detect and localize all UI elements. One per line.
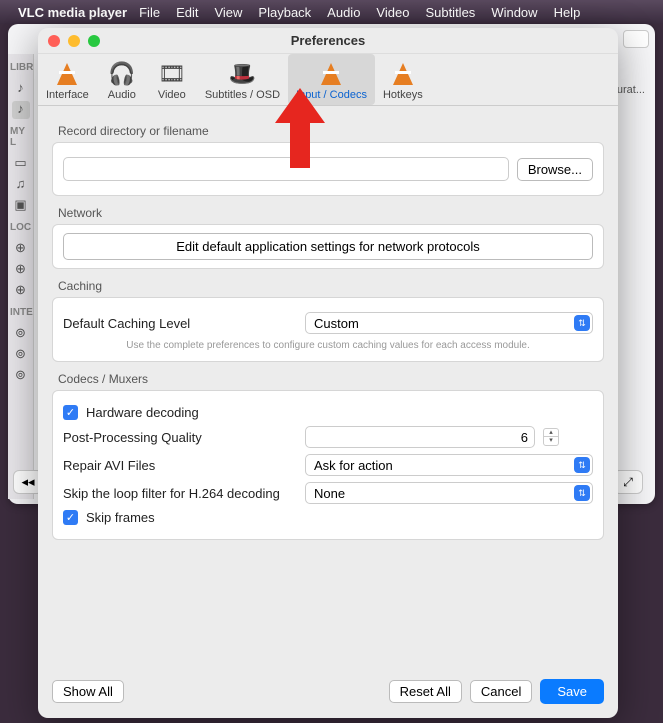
postproc-label: Post-Processing Quality	[63, 430, 297, 445]
skip-frames-checkbox[interactable]: ✓	[63, 510, 78, 525]
tab-video[interactable]: 🎞 Video	[147, 54, 197, 105]
network-icon[interactable]: ⊕	[12, 261, 30, 279]
tab-input-codecs[interactable]: Input / Codecs	[288, 54, 375, 105]
menu-file[interactable]: File	[139, 5, 160, 20]
music-icon[interactable]: ♪	[12, 80, 30, 98]
close-icon[interactable]	[48, 35, 60, 47]
music-icon[interactable]: ♫	[12, 176, 30, 194]
postproc-stepper[interactable]: ▴▾	[543, 428, 559, 446]
menu-audio[interactable]: Audio	[327, 5, 360, 20]
tab-label: Subtitles / OSD	[205, 89, 280, 101]
hardware-decoding-label: Hardware decoding	[86, 405, 199, 420]
menu-window[interactable]: Window	[491, 5, 537, 20]
network-icon[interactable]: ⊕	[12, 282, 30, 300]
repair-avi-label: Repair AVI Files	[63, 458, 297, 473]
select-value: Ask for action	[314, 458, 393, 473]
podcast-icon[interactable]: ⊚	[12, 346, 30, 364]
preferences-window: Preferences Interface 🎧 Audio 🎞 Video 🎩 …	[38, 28, 618, 718]
menu-edit[interactable]: Edit	[176, 5, 198, 20]
menu-playback[interactable]: Playback	[258, 5, 311, 20]
section-network: Network	[58, 206, 604, 220]
tab-label: Hotkeys	[383, 89, 423, 101]
caching-level-label: Default Caching Level	[63, 316, 297, 331]
menu-subtitles[interactable]: Subtitles	[425, 5, 475, 20]
menu-view[interactable]: View	[214, 5, 242, 20]
section-codecs: Codecs / Muxers	[58, 372, 604, 386]
window-title: Preferences	[291, 33, 365, 48]
tab-label: Audio	[108, 89, 136, 101]
cone-icon	[50, 59, 84, 89]
postproc-input[interactable]	[305, 426, 535, 448]
tab-audio[interactable]: 🎧 Audio	[97, 54, 147, 105]
picture-icon[interactable]: ▣	[12, 197, 30, 215]
show-all-button[interactable]: Show All	[52, 680, 124, 703]
podcast-icon[interactable]: ⊚	[12, 325, 30, 343]
video-icon[interactable]: ▭	[12, 155, 30, 173]
browse-button[interactable]: Browse...	[517, 158, 593, 181]
menubar: VLC media player File Edit View Playback…	[0, 0, 663, 24]
cone-icon	[386, 59, 420, 89]
tab-subtitles[interactable]: 🎩 Subtitles / OSD	[197, 54, 288, 105]
section-caching: Caching	[58, 279, 604, 293]
zoom-icon[interactable]	[88, 35, 100, 47]
sidebar-section: LOC	[8, 218, 33, 237]
caching-level-select[interactable]: Custom ⇅	[305, 312, 593, 334]
chevron-updown-icon: ⇅	[574, 315, 590, 331]
sidebar-section: LIBR	[8, 58, 33, 77]
app-menu[interactable]: VLC media player	[18, 5, 127, 20]
prefs-toolbar: Interface 🎧 Audio 🎞 Video 🎩 Subtitles / …	[38, 54, 618, 106]
prefs-footer: Show All Reset All Cancel Save	[38, 669, 618, 718]
minimize-icon[interactable]	[68, 35, 80, 47]
menu-video[interactable]: Video	[376, 5, 409, 20]
tab-label: Interface	[46, 89, 89, 101]
headphones-icon: 🎧	[105, 59, 139, 89]
sidebar: LIBR ♪ ♪ MY L ▭ ♫ ▣ LOC ⊕ ⊕ ⊕ INTE ⊚ ⊚ ⊚	[8, 54, 34, 499]
music-icon[interactable]: ♪	[12, 101, 30, 119]
record-path-input[interactable]	[63, 157, 509, 181]
tab-label: Input / Codecs	[296, 89, 367, 101]
cancel-button[interactable]: Cancel	[470, 680, 532, 703]
select-value: None	[314, 486, 345, 501]
hardware-decoding-checkbox[interactable]: ✓	[63, 405, 78, 420]
repair-avi-select[interactable]: Ask for action ⇅	[305, 454, 593, 476]
tab-hotkeys[interactable]: Hotkeys	[375, 54, 431, 105]
select-value: Custom	[314, 316, 359, 331]
reset-all-button[interactable]: Reset All	[389, 680, 462, 703]
subtitles-icon: 🎩	[225, 59, 259, 89]
prefs-content: Record directory or filename Browse... N…	[38, 106, 618, 669]
loop-filter-select[interactable]: None ⇅	[305, 482, 593, 504]
menu-help[interactable]: Help	[554, 5, 581, 20]
save-button[interactable]: Save	[540, 679, 604, 704]
cone-icon	[314, 59, 348, 89]
chevron-up-icon[interactable]: ▴	[544, 429, 558, 437]
sidebar-section: MY L	[8, 122, 33, 152]
chevron-updown-icon: ⇅	[574, 485, 590, 501]
chevron-updown-icon: ⇅	[574, 457, 590, 473]
chevron-down-icon[interactable]: ▾	[544, 437, 558, 445]
podcast-icon[interactable]: ⊚	[12, 367, 30, 385]
caching-hint: Use the complete preferences to configur…	[63, 340, 593, 351]
titlebar: Preferences	[38, 28, 618, 54]
skip-frames-label: Skip frames	[86, 510, 155, 525]
network-protocols-button[interactable]: Edit default application settings for ne…	[63, 233, 593, 260]
film-icon: 🎞	[155, 59, 189, 89]
network-icon[interactable]: ⊕	[12, 240, 30, 258]
tab-interface[interactable]: Interface	[38, 54, 97, 105]
search-input[interactable]	[623, 30, 649, 48]
sidebar-section: INTE	[8, 303, 33, 322]
section-record: Record directory or filename	[58, 124, 604, 138]
tab-label: Video	[158, 89, 186, 101]
loop-filter-label: Skip the loop filter for H.264 decoding	[63, 486, 297, 501]
